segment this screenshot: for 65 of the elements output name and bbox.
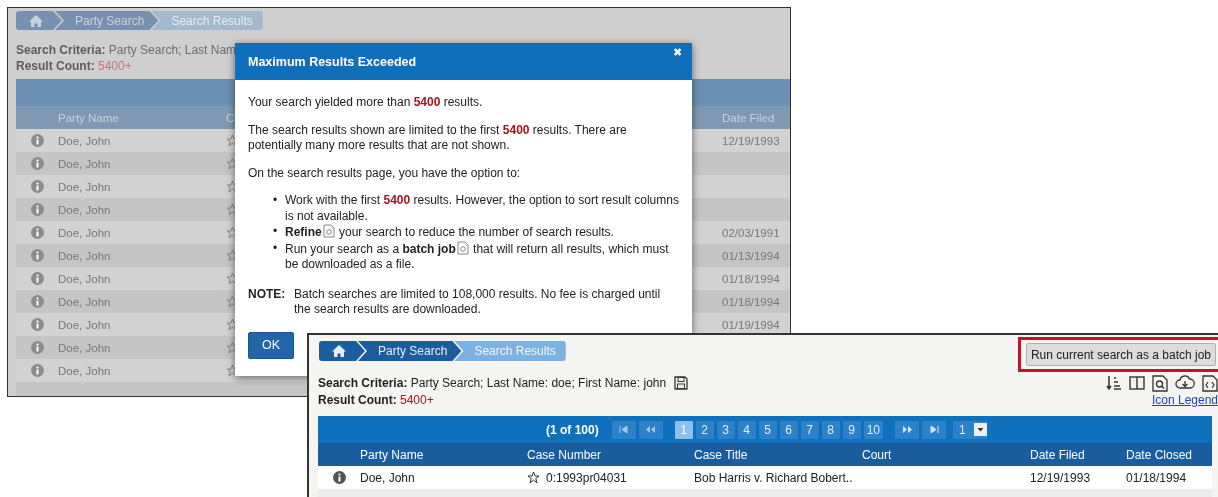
table-cell-text: Doe, John <box>58 364 112 377</box>
page-button[interactable]: 2 <box>695 420 714 439</box>
icon-legend-link[interactable]: Icon Legend <box>1151 392 1218 407</box>
page-button[interactable]: 4 <box>737 420 756 439</box>
batch-job-button[interactable]: Run current search as a batch job <box>1026 343 1216 366</box>
column-header[interactable]: Party Name <box>58 111 226 124</box>
table-cell-text: Doe, John <box>58 226 112 239</box>
page-summary: (1 of 100) <box>546 422 599 437</box>
breadcrumb-link[interactable]: Party Search <box>358 341 462 361</box>
bullet-marker: • <box>273 240 278 256</box>
dialog-text: Your search yielded more than 5400 results. <box>248 95 484 111</box>
ok-button[interactable]: OK <box>248 331 294 359</box>
note-text: Batch searches are limited to 108,000 results. No fee is charged until the search results are downloaded. <box>294 286 662 318</box>
table-cell-text: 12/19/1993 <box>1030 470 1092 485</box>
table-cell-text: Doe, John <box>58 249 112 262</box>
bullet-text: Work with the first 5400 results. However, the option to sort result columns is not available. <box>285 193 680 224</box>
breadcrumb-link[interactable]: Search Results <box>454 341 566 361</box>
dialog-title: Maximum Results Exceeded <box>248 54 417 69</box>
table-cell-text: Doe, John <box>58 318 112 331</box>
table-cell-text: 01/18/1994 <box>1126 470 1188 485</box>
table-cell-text: Bob Harris v. Richard Bobert.. <box>694 470 854 485</box>
page-button[interactable]: 1 <box>674 420 693 439</box>
search-criteria: Search Criteria: Party Search; Last Name: doe; First Name: john <box>318 376 667 390</box>
column-header[interactable]: Court <box>862 447 1030 462</box>
table-cell-text: Doe, John <box>360 470 416 485</box>
page-button[interactable]: 5 <box>758 420 777 439</box>
table-cell-text: 01/13/1994 <box>722 249 781 262</box>
column-header[interactable]: Date Filed <box>1030 447 1126 462</box>
dialog-text: On the search results page, you have the option to: <box>248 165 522 181</box>
page-select[interactable]: 1 <box>953 420 987 439</box>
breadcrumb-link[interactable]: Party Search <box>55 11 159 30</box>
table-cell-text: 02/03/1991 <box>722 226 781 239</box>
table-cell-text: Doe, John <box>58 295 112 308</box>
table-cell-text: Doe, John <box>58 180 112 193</box>
column-header[interactable]: Case Title <box>694 447 862 462</box>
close-button[interactable]: ✖ <box>671 44 684 61</box>
page-button[interactable]: 8 <box>821 420 840 439</box>
table-cell-text: 01/18/1994 <box>722 295 781 308</box>
page-button[interactable]: 10 <box>863 420 884 439</box>
bullet-marker: • <box>273 224 278 240</box>
dialog-text: The search results shown are limited to the first 5400 results. There are potentially many more results that are not shown. <box>248 122 628 154</box>
bullet-text: Refine your search to reduce the number of search results. <box>285 224 615 241</box>
column-header[interactable]: Date Closed <box>1126 447 1212 462</box>
bullet-text: Run your search as a batch job that will return all results, which must be downloaded as a file. <box>285 240 670 273</box>
table-cell-text: Doe, John <box>58 157 112 170</box>
table-cell-text: 12/19/1993 <box>722 134 781 147</box>
note-label: NOTE: <box>248 286 287 303</box>
result-count: Result Count: 5400+ <box>318 392 434 407</box>
table-cell-text: Doe, John <box>58 134 112 147</box>
page-button[interactable]: 7 <box>800 420 819 439</box>
page-button[interactable]: 6 <box>779 420 798 439</box>
result-count: Result Count: 5400+ <box>16 58 132 74</box>
table-cell-text: Doe, John <box>58 272 112 285</box>
column-header[interactable]: Case Number <box>527 447 694 462</box>
page-button[interactable]: 9 <box>842 420 861 439</box>
table-cell-text: Doe, John <box>58 203 112 216</box>
table-cell: 0:1993pr04031 <box>546 470 627 485</box>
page-button[interactable]: 3 <box>716 420 735 439</box>
table-cell-text: 01/19/1994 <box>722 318 781 331</box>
table-cell-text: Doe, John <box>58 341 112 354</box>
bullet-marker: • <box>273 193 278 209</box>
search-criteria: Search Criteria: Party Search; Last Nam <box>16 42 237 58</box>
table-cell-text: 01/18/1994 <box>722 272 781 285</box>
column-header[interactable]: Party Name <box>360 447 527 462</box>
column-header[interactable]: Date Filed <box>722 111 790 124</box>
